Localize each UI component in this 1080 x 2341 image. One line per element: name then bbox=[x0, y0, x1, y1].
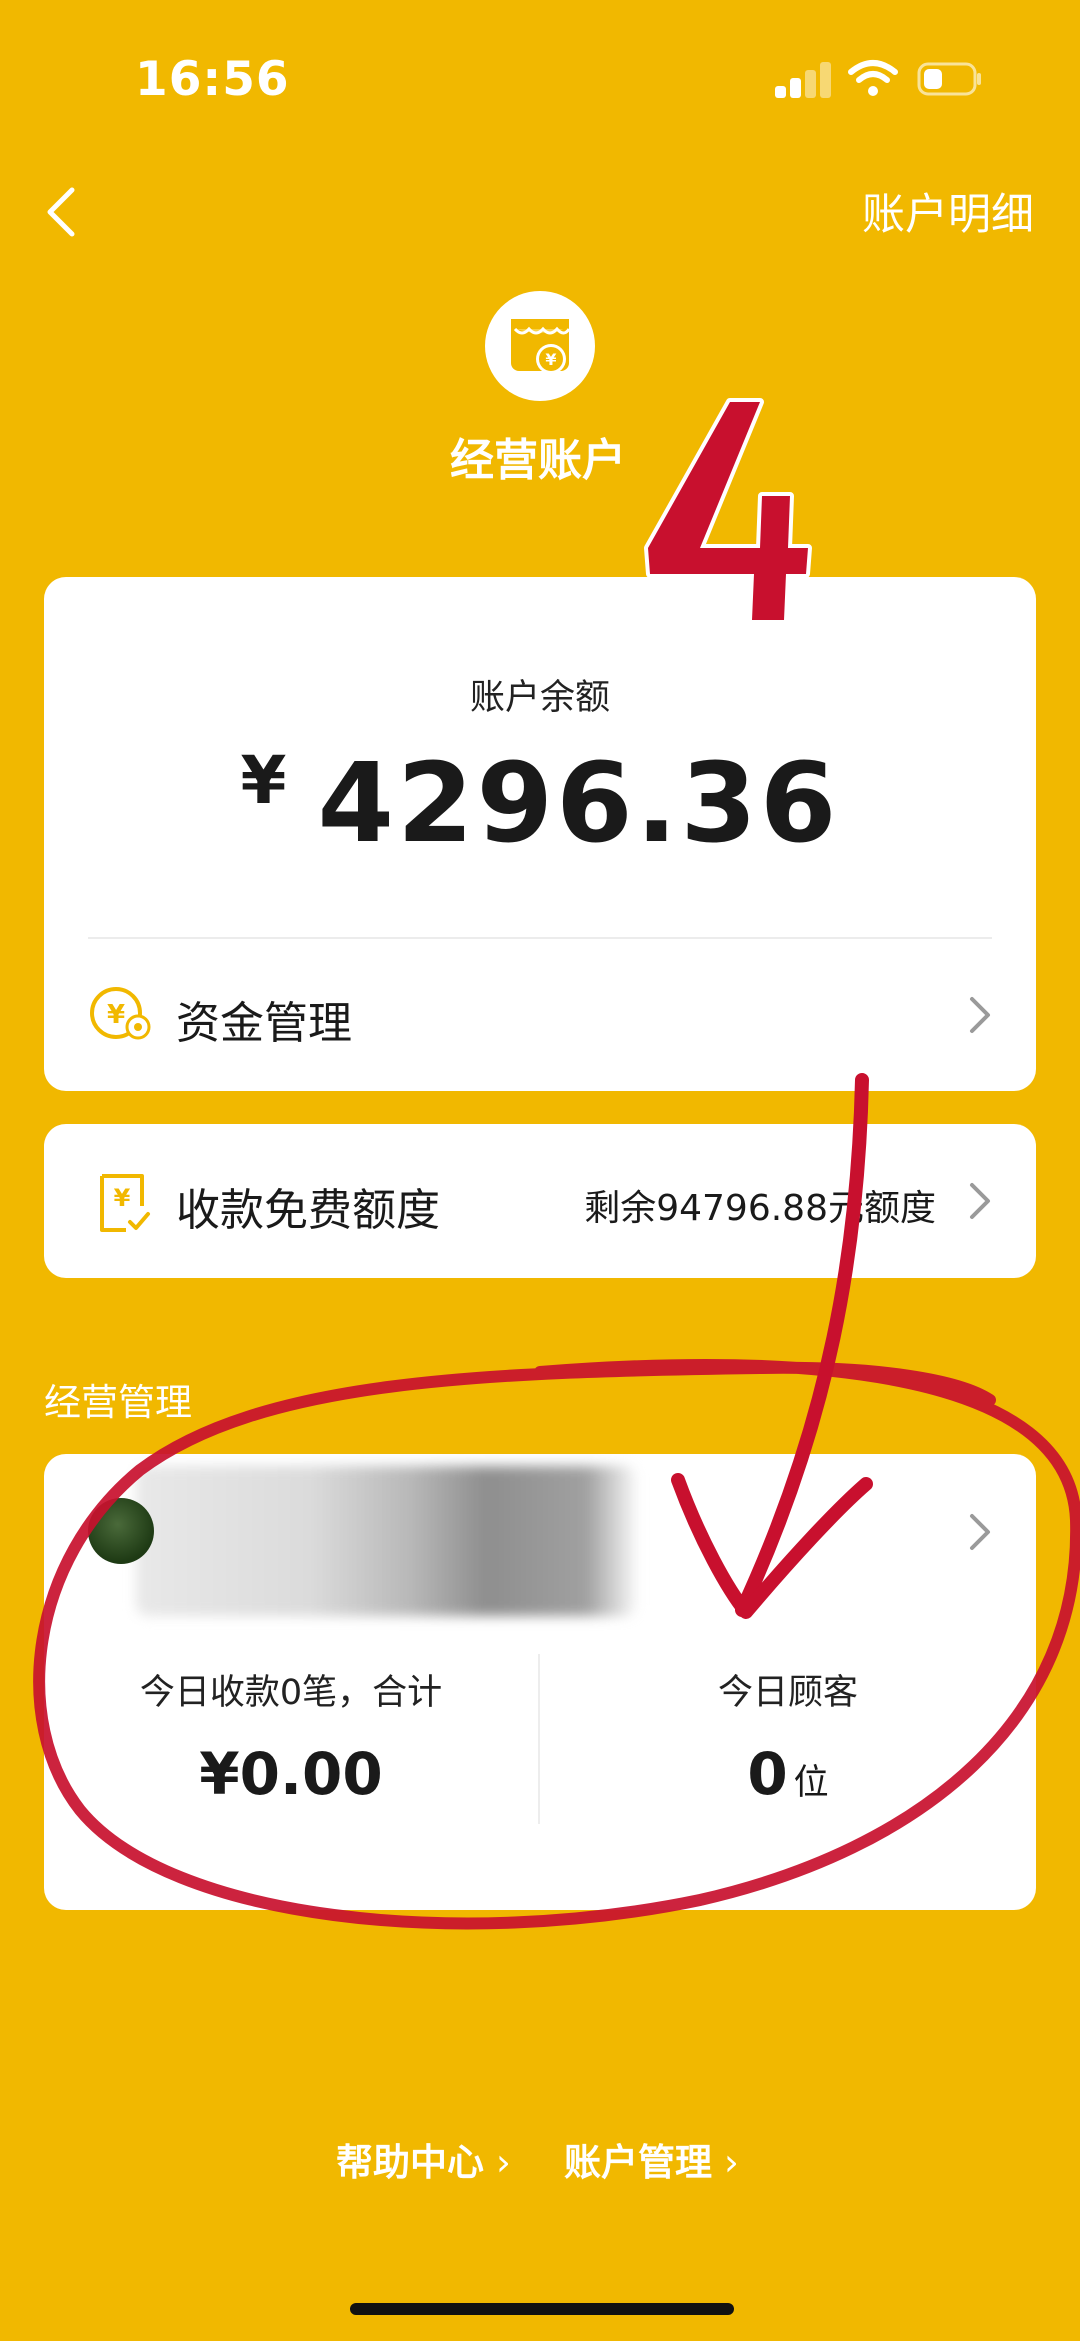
balance-card: 账户余额 ¥4296.36 ¥ 资金管理 bbox=[44, 577, 1036, 1091]
customers-count: 0 bbox=[747, 1740, 788, 1808]
store-avatar bbox=[88, 1498, 154, 1564]
today-payments-value: ¥0.00 bbox=[199, 1740, 383, 1808]
svg-text:¥: ¥ bbox=[107, 1000, 125, 1030]
account-management-link[interactable]: 账户管理 › bbox=[564, 2132, 739, 2186]
balance-label: 账户余额 bbox=[469, 678, 610, 718]
chevron-right-icon[interactable] bbox=[968, 995, 992, 1035]
chevron-right-icon[interactable] bbox=[968, 1181, 992, 1221]
account-detail-link[interactable]: 账户明细 bbox=[862, 180, 1034, 242]
battery-icon bbox=[917, 62, 981, 96]
today-customers-value: 0位 bbox=[540, 1740, 1036, 1808]
status-time: 16:56 bbox=[135, 52, 290, 107]
chevron-right-icon[interactable] bbox=[968, 1512, 992, 1552]
chevron-right-icon: › bbox=[496, 2141, 511, 2184]
help-center-link[interactable]: 帮助中心 › bbox=[336, 2132, 511, 2186]
quota-receipt-icon: ¥ bbox=[100, 1174, 150, 1232]
svg-text:¥: ¥ bbox=[545, 350, 556, 369]
cellular-signal-icon bbox=[775, 60, 831, 98]
svg-text:¥: ¥ bbox=[114, 1184, 131, 1212]
divider bbox=[88, 937, 992, 939]
chevron-right-icon: › bbox=[724, 2141, 739, 2184]
free-quota-label: 收款免费额度 bbox=[176, 1185, 440, 1236]
free-quota-card[interactable]: ¥ 收款免费额度 剩余94796.88元额度 bbox=[44, 1124, 1036, 1278]
account-management-label: 账户管理 bbox=[564, 2141, 712, 2184]
redacted-store-name bbox=[136, 1466, 636, 1616]
fund-management-label[interactable]: 资金管理 bbox=[176, 987, 352, 1051]
today-customers-label: 今日顾客 bbox=[717, 1673, 858, 1713]
wifi-icon bbox=[848, 60, 898, 96]
page-title: 经营账户 bbox=[450, 435, 626, 486]
home-indicator bbox=[350, 2303, 734, 2315]
customers-unit: 位 bbox=[793, 1763, 829, 1803]
balance-amount: ¥4296.36 bbox=[44, 739, 1036, 867]
currency-symbol: ¥ bbox=[240, 742, 290, 819]
fund-management-icon: ¥ bbox=[90, 987, 151, 1040]
today-payments-label: 今日收款0笔，合计 bbox=[139, 1673, 443, 1713]
section-title: 经营管理 bbox=[44, 1381, 192, 1424]
store-management-card[interactable]: 今日收款0笔，合计 ¥0.00 今日顾客 0位 bbox=[44, 1454, 1036, 1910]
quota-remaining: 剩余94796.88元额度 bbox=[584, 1188, 936, 1229]
help-center-label: 帮助中心 bbox=[336, 2141, 484, 2184]
balance-number: 4296.36 bbox=[317, 739, 840, 867]
shop-icon: ¥ bbox=[485, 291, 595, 401]
back-icon[interactable] bbox=[40, 182, 90, 242]
